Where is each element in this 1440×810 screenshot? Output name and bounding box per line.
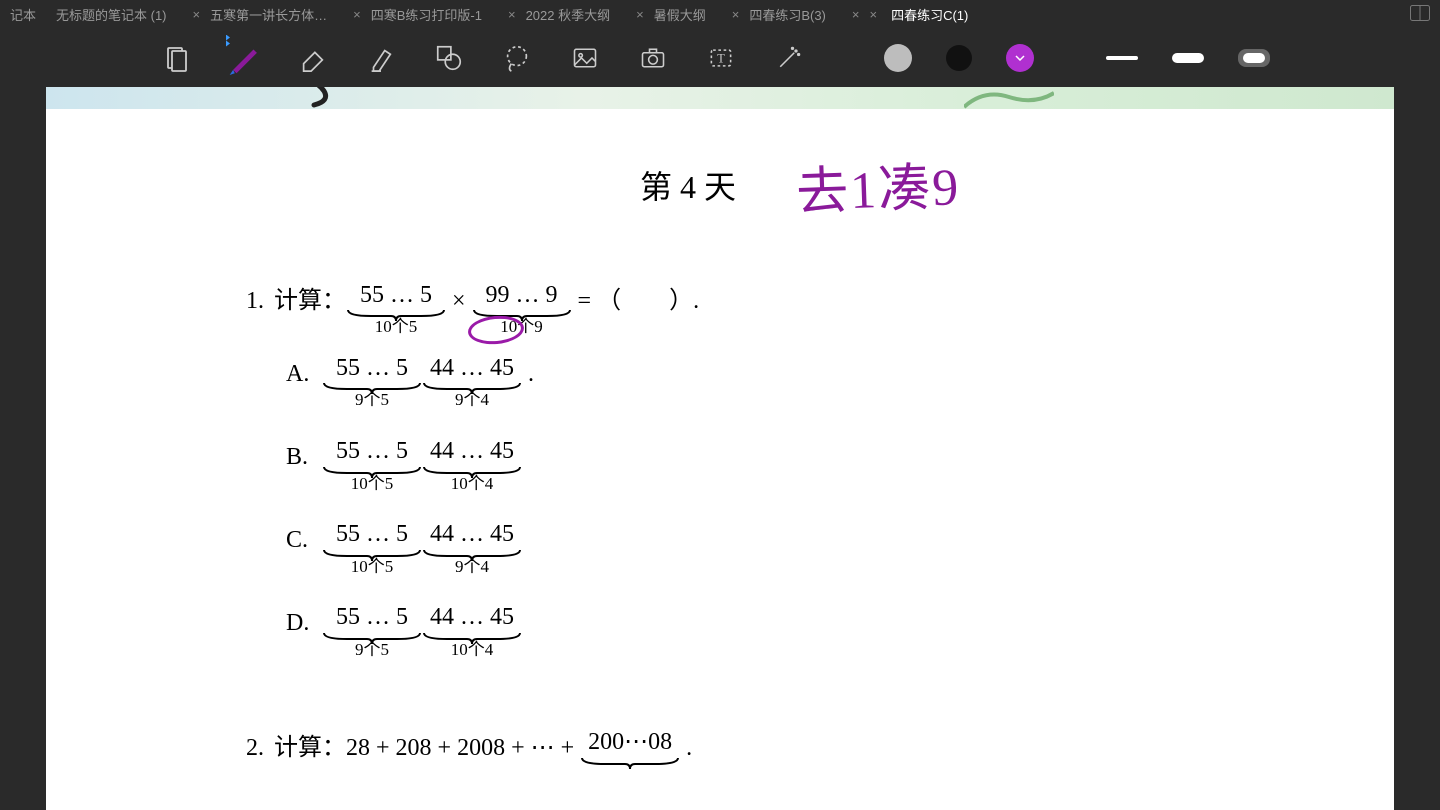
option: A. 55 … 59个544 … 459个4 .: [286, 355, 1214, 410]
option-label: B.: [286, 438, 312, 476]
text-tool-icon[interactable]: T: [704, 41, 738, 75]
option-label: D.: [286, 604, 312, 642]
highlighter-tool-icon[interactable]: [364, 41, 398, 75]
toolbar: T: [0, 28, 1440, 87]
option-expression: 55 … 510个544 … 459个4: [322, 521, 522, 576]
tab[interactable]: × 四春练习C(1): [859, 0, 978, 28]
tab[interactable]: 五寒第一讲长方体…: [200, 0, 337, 28]
problem-2: 2. 计算： 28 + 208 + 2008 + ⋯ + 200⋯08 .: [246, 729, 1214, 767]
tab[interactable]: 2022 秋季大纲: [516, 0, 621, 28]
tab[interactable]: 无标题的笔记本 (1): [46, 0, 177, 28]
page-title: 第 4 天: [640, 162, 736, 208]
tab-close-icon[interactable]: ×: [636, 7, 644, 22]
tab-label: 四春练习B(3): [749, 5, 826, 24]
stroke-thin[interactable]: [1106, 56, 1138, 60]
tab-label: 记本: [10, 5, 36, 24]
problem-number: 1.: [246, 282, 274, 320]
tab-label: 四春练习C(1): [891, 5, 968, 24]
option-label: C.: [286, 521, 312, 559]
tab-label: 暑假大纲: [654, 5, 706, 24]
tab-close-icon[interactable]: ×: [508, 7, 516, 22]
split-view-icon[interactable]: [1400, 5, 1440, 24]
problem-number: 2.: [246, 729, 274, 767]
color-light[interactable]: [884, 44, 912, 72]
camera-tool-icon[interactable]: [636, 41, 670, 75]
option: C. 55 … 510个544 … 459个4: [286, 521, 1214, 576]
stroke-medium[interactable]: [1172, 53, 1204, 63]
magic-tool-icon[interactable]: [772, 41, 806, 75]
option-label: A.: [286, 355, 312, 393]
tab-bar: 记本 无标题的笔记本 (1) × 五寒第一讲长方体… × 四寒B练习打印版-1 × 2022 …: [0, 0, 1440, 28]
problem-stem-prefix: 计算：: [274, 282, 346, 320]
option-expression: 55 … 510个544 … 4510个4: [322, 438, 522, 493]
option-expression: 55 … 59个544 … 4510个4: [322, 604, 522, 659]
tab-close-icon[interactable]: ×: [869, 7, 877, 22]
option: D. 55 … 59个544 … 4510个4: [286, 604, 1214, 659]
pen-tool-icon[interactable]: [228, 41, 262, 75]
handwriting-note: 去1凑9: [795, 144, 962, 225]
option-expression: 55 … 59个544 … 459个4 .: [322, 355, 534, 410]
tab[interactable]: 四春练习B(3): [739, 0, 836, 28]
tab[interactable]: 四寒B练习打印版-1: [361, 0, 492, 28]
tab-label: 2022 秋季大纲: [526, 5, 611, 24]
tab[interactable]: 暑假大纲: [644, 0, 716, 28]
eraser-tool-icon[interactable]: [296, 41, 330, 75]
problem-expression: 55 … 5 10个5 × 99 … 9 10个9 = （ ）.: [346, 282, 699, 337]
tab-close-icon[interactable]: ×: [852, 7, 860, 22]
problem-1: 1. 计算： 55 … 5 10个5 × 99 … 9 10个9: [246, 282, 1214, 659]
option: B. 55 … 510个544 … 4510个4: [286, 438, 1214, 493]
tab-close-icon[interactable]: ×: [353, 7, 361, 22]
color-accent[interactable]: [1006, 44, 1034, 72]
tab-label: 五寒第一讲长方体…: [210, 5, 327, 24]
lasso-tool-icon[interactable]: [500, 41, 534, 75]
problem-stem-prefix: 计算：: [274, 729, 346, 767]
svg-text:T: T: [717, 51, 725, 65]
tab-label: 四寒B练习打印版-1: [371, 5, 482, 24]
page-content: 第 4 天 去1凑9 1. 计算： 55 … 5 10个5 × 99 … 9: [46, 87, 1394, 768]
tab[interactable]: 记本: [0, 0, 46, 28]
color-dark[interactable]: [946, 45, 972, 71]
tab-close-icon[interactable]: ×: [193, 7, 201, 22]
tab-close-icon[interactable]: ×: [732, 7, 740, 22]
page-nav-icon[interactable]: [160, 41, 194, 75]
problem-expression: 28 + 208 + 2008 + ⋯ + 200⋯08 .: [346, 729, 692, 767]
tab-label: 无标题的笔记本 (1): [56, 5, 167, 24]
image-tool-icon[interactable]: [568, 41, 602, 75]
page-canvas[interactable]: 第 4 天 去1凑9 1. 计算： 55 … 5 10个5 × 99 … 9: [46, 87, 1394, 810]
stroke-thick[interactable]: [1238, 49, 1270, 67]
shape-tool-icon[interactable]: [432, 41, 466, 75]
